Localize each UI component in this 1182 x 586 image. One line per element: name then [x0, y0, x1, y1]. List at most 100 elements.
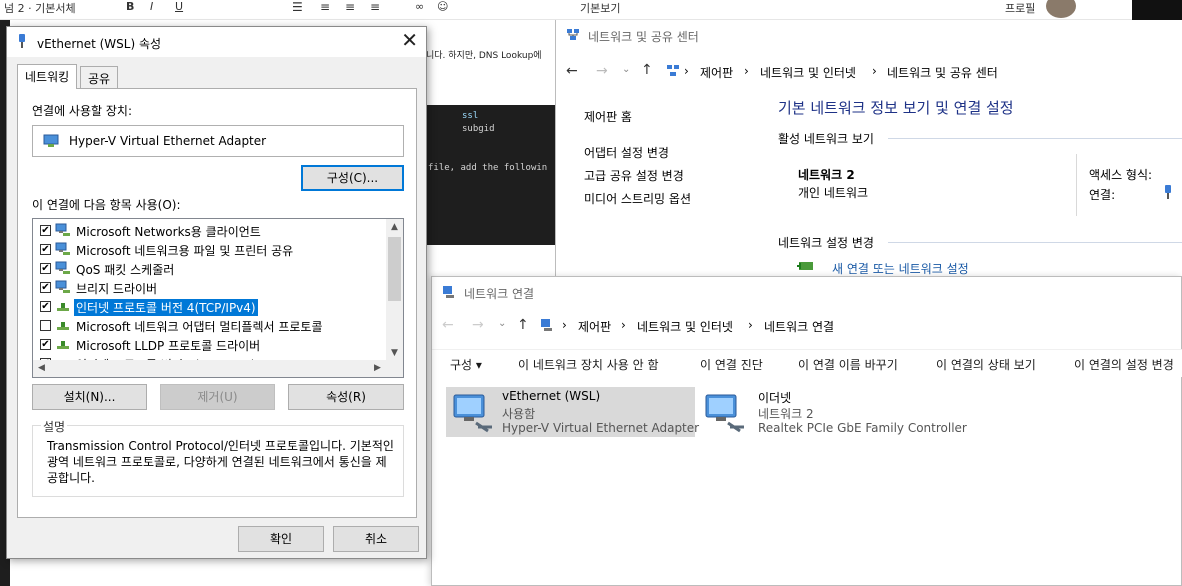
scroll-thumb[interactable] — [388, 237, 401, 301]
components-list: ✔ Microsoft Networks용 클라이언트 ✔ Microsoft 네트워… — [32, 218, 404, 378]
ok-button[interactable]: 확인 — [238, 526, 324, 552]
cancel-button[interactable]: 취소 — [333, 526, 419, 552]
item-label: 브리지 드라이버 — [76, 282, 158, 296]
breadcrumb-item[interactable]: 제어판 — [578, 318, 611, 335]
justify-icon[interactable]: ≡ — [370, 0, 380, 14]
italic-icon[interactable]: I — [150, 0, 153, 13]
align-center-icon[interactable]: ≡ — [320, 0, 330, 14]
item-label: Microsoft Networks용 클라이언트 — [76, 225, 261, 239]
list-item[interactable]: ✔ QoS 패킷 스케줄러 — [33, 259, 385, 278]
configure-button[interactable]: 구성(C)... — [301, 165, 404, 191]
back-icon[interactable]: ← — [442, 317, 454, 333]
command-bar: 구성 ▾ 이 네트워크 장치 사용 안 함 이 연결 진단 이 연결 이름 바꾸… — [432, 349, 1182, 377]
ethernet-connection-icon[interactable] — [1164, 184, 1172, 200]
item-checkbox[interactable] — [40, 320, 51, 331]
connection-adapter: Realtek PCIe GbE Family Controller — [758, 421, 967, 435]
protocol-icon — [57, 341, 69, 349]
background-code-editor: ssl subgid file, add the followin — [426, 105, 556, 245]
breadcrumb-item[interactable]: 네트워크 및 인터넷 — [760, 64, 856, 81]
breadcrumb-sep-icon: › — [684, 64, 689, 78]
list-item[interactable]: ✔ Microsoft LLDP 프로토콜 드라이버 — [33, 335, 385, 354]
dialog-title: vEthernet (WSL) 속성 — [37, 37, 162, 51]
side-link-media-streaming[interactable]: 미디어 스트리밍 옵션 — [584, 190, 691, 207]
breadcrumb-item[interactable]: 네트워크 연결 — [764, 318, 834, 335]
description-text: Transmission Control Protocol/인터넷 프로토콜입니… — [47, 439, 394, 485]
list-item[interactable]: ✔ Microsoft 네트워크용 파일 및 프린터 공유 — [33, 240, 385, 259]
control-panel-icon — [541, 319, 552, 331]
connection-label: 연결: — [1089, 188, 1116, 202]
item-checkbox[interactable]: ✔ — [40, 339, 51, 350]
bridge-icon — [55, 280, 70, 293]
close-icon[interactable]: ✕ — [401, 30, 418, 50]
protocol-icon — [57, 322, 69, 330]
list-item[interactable]: Microsoft 네트워크 어댑터 멀티플렉서 프로토콜 — [33, 316, 385, 335]
items-label: 이 연결에 다음 항목 사용(O): — [32, 198, 181, 212]
tab-sharing[interactable]: 공유 — [80, 66, 119, 88]
list-item[interactable]: ✔ 브리지 드라이버 — [33, 278, 385, 297]
install-button[interactable]: 설치(N)... — [32, 384, 147, 410]
remove-button[interactable]: 제거(U) — [160, 384, 275, 410]
connection-name: 이더넷 — [758, 391, 792, 405]
tab-networking[interactable]: 네트워킹 — [17, 64, 78, 89]
side-link-adapter-settings[interactable]: 어댑터 설정 변경 — [584, 144, 669, 161]
code-line: file, add the followin — [428, 163, 548, 173]
properties-button[interactable]: 속성(R) — [288, 384, 404, 410]
item-checkbox[interactable]: ✔ — [40, 225, 51, 236]
adapter-title-icon — [19, 34, 25, 48]
up-icon[interactable]: ↑ — [517, 317, 529, 333]
organize-menu[interactable]: 구성 ▾ — [450, 356, 482, 373]
rename-button[interactable]: 이 연결 이름 바꾸기 — [798, 356, 898, 373]
vertical-scrollbar[interactable]: ▲ ▼ — [386, 219, 403, 361]
connection-item-ethernet[interactable]: 이더넷 네트워크 2 Realtek PCIe GbE Family Contr… — [698, 387, 967, 437]
link-icon[interactable]: ∞ — [415, 0, 424, 13]
window-title-text: 네트워크 및 공유 센터 — [588, 30, 699, 44]
back-icon[interactable]: ← — [566, 63, 578, 79]
recent-dropdown-icon[interactable]: ⌄ — [498, 318, 506, 329]
page-heading: 기본 네트워크 정보 보기 및 연결 설정 — [778, 99, 1014, 117]
breadcrumb-item[interactable]: 네트워크 및 인터넷 — [637, 318, 733, 335]
item-checkbox[interactable]: ✔ — [40, 263, 51, 274]
view-status-button[interactable]: 이 연결의 상태 보기 — [936, 356, 1036, 373]
breadcrumb-sep-icon: › — [744, 64, 749, 78]
scroll-left-icon[interactable]: ◀ — [33, 360, 50, 377]
view-mode-text[interactable]: 기본보기 — [580, 0, 620, 16]
disable-device-button[interactable]: 이 네트워크 장치 사용 안 함 — [518, 356, 659, 373]
list-item[interactable]: ✔ 인터넷 프로토콜 버전 4(TCP/IPv4) — [33, 297, 385, 317]
scroll-up-icon[interactable]: ▲ — [386, 219, 403, 235]
underline-icon[interactable]: U — [175, 0, 183, 13]
breadcrumb-item[interactable]: 제어판 — [700, 64, 733, 81]
align-left-icon[interactable]: ☰ — [292, 0, 303, 14]
item-label: Microsoft LLDP 프로토콜 드라이버 — [76, 339, 261, 353]
network-adapter-icon — [453, 394, 492, 433]
side-link-control-panel-home[interactable]: 제어판 홈 — [584, 108, 632, 125]
item-checkbox[interactable]: ✔ — [40, 244, 51, 255]
forward-icon[interactable]: → — [596, 63, 608, 79]
change-settings-button[interactable]: 이 연결의 설정 변경 — [1074, 356, 1174, 373]
breadcrumb-sep-icon: › — [621, 318, 626, 332]
side-link-advanced-sharing[interactable]: 고급 공유 설정 변경 — [584, 167, 684, 184]
item-label: 인터넷 프로토콜 버전 4(TCP/IPv4) — [73, 298, 259, 317]
connection-item-vethernet[interactable]: vEthernet (WSL) 사용함 Hyper-V Virtual Ethe… — [446, 387, 699, 437]
avatar[interactable] — [1046, 0, 1076, 18]
bold-icon[interactable]: B — [126, 0, 134, 13]
adapter-name: Hyper-V Virtual Ethernet Adapter — [69, 134, 267, 148]
horizontal-scrollbar[interactable]: ◀ ▶ — [33, 360, 403, 377]
align-right-icon[interactable]: ≡ — [345, 0, 355, 14]
up-icon[interactable]: ↑ — [641, 62, 653, 78]
forward-icon[interactable]: → — [472, 317, 484, 333]
recent-dropdown-icon[interactable]: ⌄ — [622, 64, 630, 75]
item-checkbox[interactable]: ✔ — [40, 282, 51, 293]
background-dark-corner — [1132, 0, 1182, 20]
networking-tab-panel: 연결에 사용할 장치: Hyper-V Virtual Ethernet Ada… — [17, 88, 417, 518]
new-connection-link[interactable]: 새 연결 또는 네트워크 설정 — [832, 260, 969, 277]
list-item[interactable]: ✔ Microsoft Networks용 클라이언트 — [33, 221, 385, 240]
diagnose-button[interactable]: 이 연결 진단 — [700, 356, 763, 373]
adapter-box: Hyper-V Virtual Ethernet Adapter — [32, 125, 404, 157]
breadcrumb-item[interactable]: 네트워크 및 공유 센터 — [887, 64, 998, 81]
emoji-icon[interactable]: ☺ — [437, 0, 448, 13]
section-divider — [888, 138, 1182, 139]
scroll-down-icon[interactable]: ▼ — [386, 345, 403, 361]
item-checkbox[interactable]: ✔ — [40, 301, 51, 312]
network-sharing-center-window: 네트워크 및 공유 센터 ← → ⌄ ↑ › 제어판 › 네트워크 및 인터넷 … — [555, 20, 1182, 280]
scroll-right-icon[interactable]: ▶ — [369, 360, 386, 377]
